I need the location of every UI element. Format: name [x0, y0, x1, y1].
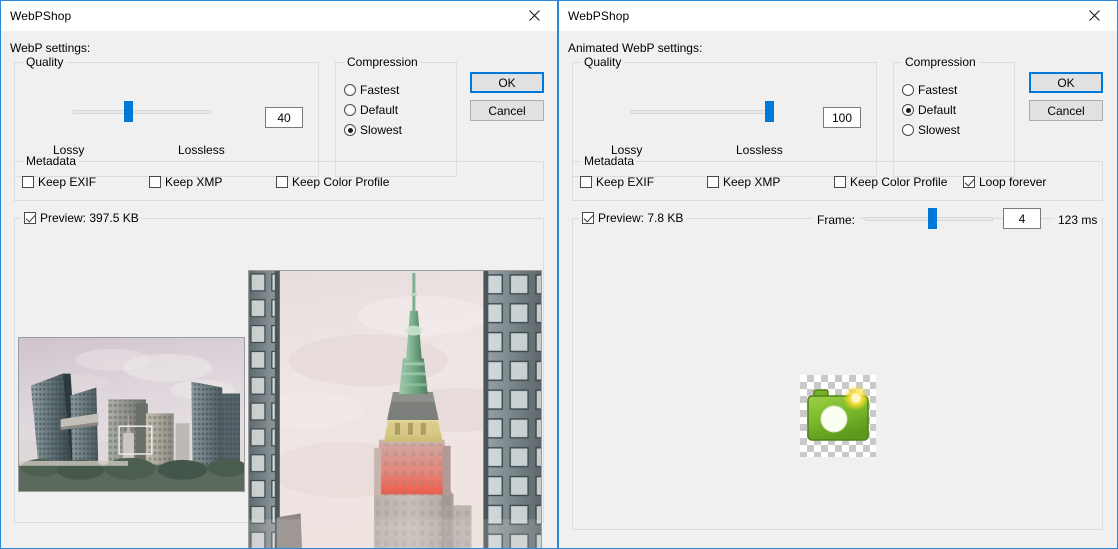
frame-slider-thumb[interactable]: [927, 208, 937, 229]
checkbox-box-keep-exif: [22, 176, 34, 188]
checkbox-box-preview: [24, 212, 36, 224]
checkbox-preview[interactable]: Preview: 7.8 KB: [579, 211, 687, 225]
checkbox-label-keep-xmp: Keep XMP: [723, 175, 781, 189]
titlebar-right[interactable]: WebPShop: [559, 1, 1117, 31]
radio-dot-slowest: [344, 124, 356, 136]
metadata-groupbox: Metadata Keep EXIF Keep XMP Keep Color P…: [572, 154, 1103, 201]
checkbox-keep-color-profile[interactable]: Keep Color Profile: [834, 175, 947, 189]
checkbox-box-keep-xmp: [707, 176, 719, 188]
checkbox-keep-exif[interactable]: Keep EXIF: [22, 175, 96, 189]
checkbox-keep-xmp[interactable]: Keep XMP: [707, 175, 780, 189]
quality-max-label: Lossless: [736, 143, 783, 157]
radio-dot-default: [344, 104, 356, 116]
radio-slowest[interactable]: Slowest: [344, 123, 402, 137]
checkbox-box-keep-xmp: [149, 176, 161, 188]
titlebar-left[interactable]: WebPShop: [1, 1, 557, 31]
radio-label-fastest: Fastest: [360, 83, 400, 97]
quality-slider-thumb[interactable]: [765, 101, 774, 122]
frame-value-input[interactable]: 4: [1003, 208, 1041, 229]
dialog-client-left: WebP settings: OK Cancel Quality Lossy L…: [1, 31, 557, 548]
quality-value-input[interactable]: 100: [823, 107, 861, 128]
checkbox-box-preview: [582, 212, 594, 224]
quality-slider[interactable]: [631, 101, 774, 122]
cancel-button[interactable]: Cancel: [470, 100, 544, 121]
quality-group-title: Quality: [581, 55, 625, 69]
frame-slider[interactable]: [865, 208, 993, 229]
window-title: WebPShop: [568, 9, 630, 23]
checkbox-label-keep-color-profile: Keep Color Profile: [292, 175, 390, 189]
frame-label: Frame:: [813, 213, 860, 227]
checkbox-box-keep-exif: [580, 176, 592, 188]
radio-dot-fastest: [902, 84, 914, 96]
radio-fastest[interactable]: Fastest: [344, 83, 399, 97]
checkbox-label-keep-color-profile: Keep Color Profile: [850, 175, 948, 189]
close-icon[interactable]: [512, 1, 557, 30]
radio-default[interactable]: Default: [902, 103, 956, 117]
compression-groupbox: Compression Fastest Default Slowest: [335, 55, 457, 177]
ok-button[interactable]: OK: [1029, 72, 1103, 93]
preview-image-camera[interactable]: [800, 375, 876, 457]
frame-duration-label: 123 ms: [1054, 213, 1102, 227]
checkbox-label-keep-exif: Keep EXIF: [38, 175, 97, 189]
preview-image-city[interactable]: [18, 337, 245, 492]
checkbox-box-keep-color-profile: [276, 176, 288, 188]
radio-label-default: Default: [360, 103, 399, 117]
ok-button[interactable]: OK: [470, 72, 544, 93]
window-title: WebPShop: [10, 9, 72, 23]
webpshop-dialog-left: WebPShop WebP settings: OK Cancel Qualit…: [0, 0, 558, 549]
dialog-client-right: Animated WebP settings: OK Cancel Qualit…: [559, 31, 1117, 548]
quality-slider[interactable]: [73, 101, 211, 122]
checkbox-preview[interactable]: Preview: 397.5 KB: [21, 211, 142, 225]
checkbox-label-preview: Preview: 397.5 KB: [40, 211, 139, 225]
preview-groupbox: Preview: 7.8 KB: [572, 211, 1103, 530]
cancel-button[interactable]: Cancel: [1029, 100, 1103, 121]
radio-fastest[interactable]: Fastest: [902, 83, 957, 97]
radio-dot-slowest: [902, 124, 914, 136]
quality-max-label: Lossless: [178, 143, 225, 157]
metadata-groupbox: Metadata Keep EXIF Keep XMP Keep Color P…: [14, 154, 544, 201]
radio-label-fastest: Fastest: [918, 83, 958, 97]
metadata-group-title: Metadata: [581, 154, 638, 168]
quality-value-input[interactable]: 40: [265, 107, 303, 128]
radio-label-slowest: Slowest: [918, 123, 961, 137]
radio-slowest[interactable]: Slowest: [902, 123, 960, 137]
checkbox-keep-color-profile[interactable]: Keep Color Profile: [276, 175, 389, 189]
radio-default[interactable]: Default: [344, 103, 398, 117]
checkbox-label-loop-forever: Loop forever: [979, 175, 1047, 189]
radio-dot-fastest: [344, 84, 356, 96]
radio-dot-default: [902, 104, 914, 116]
checkbox-loop-forever[interactable]: Loop forever: [963, 175, 1046, 189]
checkbox-box-loop-forever: [963, 176, 975, 188]
dual-dialog-screen: WebPShop WebP settings: OK Cancel Qualit…: [0, 0, 1118, 549]
checkbox-keep-exif[interactable]: Keep EXIF: [580, 175, 654, 189]
settings-heading: Animated WebP settings:: [568, 41, 703, 55]
quality-slider-thumb[interactable]: [124, 101, 134, 122]
quality-slider-track: [73, 110, 211, 114]
preview-image-detail[interactable]: [248, 270, 542, 548]
compression-group-title: Compression: [902, 55, 979, 69]
radio-label-slowest: Slowest: [360, 123, 403, 137]
quality-slider-track: [631, 110, 769, 114]
checkbox-box-keep-color-profile: [834, 176, 846, 188]
checkbox-keep-xmp[interactable]: Keep XMP: [149, 175, 222, 189]
compression-group-title: Compression: [344, 55, 421, 69]
close-icon[interactable]: [1072, 1, 1117, 30]
compression-groupbox: Compression Fastest Default Slowest: [893, 55, 1015, 177]
quality-group-title: Quality: [23, 55, 67, 69]
metadata-group-title: Metadata: [23, 154, 80, 168]
settings-heading: WebP settings:: [10, 41, 91, 55]
checkbox-label-keep-xmp: Keep XMP: [165, 175, 223, 189]
checkbox-label-preview: Preview: 7.8 KB: [598, 211, 684, 225]
webpshop-dialog-right: WebPShop Animated WebP settings: OK Canc…: [558, 0, 1118, 549]
radio-label-default: Default: [918, 103, 957, 117]
checkbox-label-keep-exif: Keep EXIF: [596, 175, 655, 189]
